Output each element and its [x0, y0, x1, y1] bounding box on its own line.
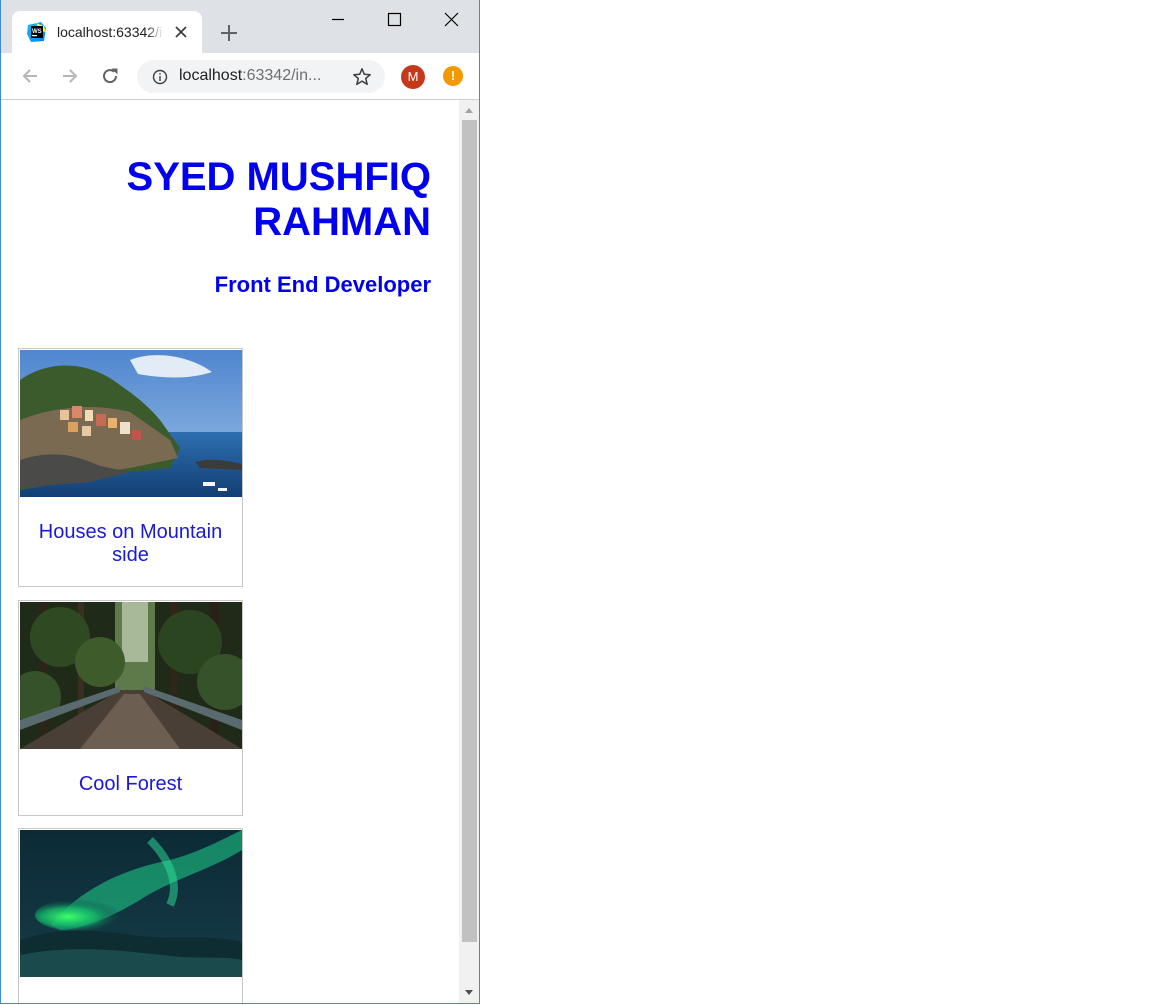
- gallery-card[interactable]: Cool Forest: [18, 600, 243, 816]
- webstorm-favicon-icon: WS: [27, 22, 46, 42]
- northern-lights-photo: [20, 830, 242, 977]
- scroll-up-icon[interactable]: [459, 102, 479, 118]
- close-tab-icon[interactable]: [174, 25, 188, 39]
- page-title: SYED MUSHFIQ RAHMAN: [126, 155, 431, 244]
- back-arrow-icon[interactable]: [20, 66, 40, 86]
- page-subtitle: Front End Developer: [214, 272, 431, 297]
- scrollbar-thumb[interactable]: [462, 120, 477, 942]
- tab-strip: WS localhost:63342/index.html: [1, 0, 479, 53]
- bookmark-star-icon[interactable]: [352, 67, 372, 87]
- card-caption: Houses on Mountain side: [38, 521, 223, 566]
- page-viewport: SYED MUSHFIQ RAHMAN Front End Developer: [1, 100, 459, 1003]
- coastal-cliff-village-photo: [20, 350, 242, 497]
- gallery-card[interactable]: Houses on Mountain side: [18, 348, 243, 587]
- forward-arrow-icon[interactable]: [60, 66, 80, 86]
- maximize-icon[interactable]: [385, 10, 405, 30]
- scroll-down-icon[interactable]: [459, 985, 479, 1001]
- gallery-card[interactable]: [18, 828, 243, 1003]
- profile-avatar[interactable]: M: [401, 65, 425, 89]
- new-tab-icon[interactable]: [220, 24, 238, 42]
- browser-window: WS localhost:63342/index.html: [0, 0, 480, 1004]
- tab-title: localhost:63342/index.html: [57, 24, 163, 40]
- url-text[interactable]: localhost:63342/in...: [179, 67, 321, 85]
- page-scrollbar[interactable]: [459, 100, 479, 1003]
- forest-bridge-photo: [20, 602, 242, 749]
- browser-tab[interactable]: WS localhost:63342/index.html: [12, 11, 202, 53]
- url-path: :63342/in...: [242, 67, 322, 84]
- url-host: localhost: [179, 67, 243, 84]
- minimize-icon[interactable]: [328, 10, 348, 30]
- card-caption: Cool Forest: [78, 773, 183, 795]
- update-alert-icon[interactable]: !: [443, 66, 463, 86]
- site-info-icon[interactable]: [152, 69, 168, 85]
- close-window-icon[interactable]: [442, 10, 462, 30]
- browser-toolbar: localhost:63342/in... M !: [1, 53, 479, 100]
- svg-text:WS: WS: [32, 29, 42, 35]
- address-bar[interactable]: localhost:63342/in...: [137, 60, 385, 93]
- reload-icon[interactable]: [100, 66, 120, 86]
